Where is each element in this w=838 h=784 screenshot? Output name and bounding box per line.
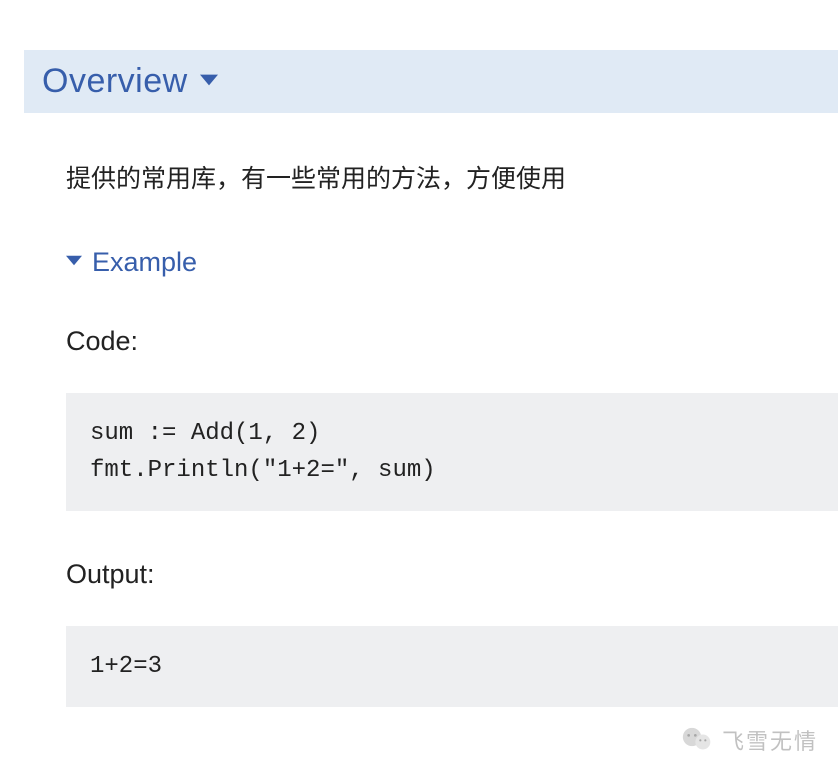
content-area: 提供的常用库，有一些常用的方法，方便使用 Example Code: sum :… — [24, 161, 838, 707]
caret-down-icon — [66, 253, 82, 271]
example-toggle[interactable]: Example — [66, 247, 838, 278]
package-description: 提供的常用库，有一些常用的方法，方便使用 — [66, 161, 838, 199]
code-block: sum := Add(1, 2) fmt.Println("1+2=", sum… — [66, 393, 838, 511]
caret-down-icon — [200, 73, 218, 91]
overview-section-header[interactable]: Overview — [24, 50, 838, 113]
code-heading: Code: — [66, 326, 838, 357]
wechat-icon — [682, 727, 712, 753]
watermark-text: 飞雪无情 — [722, 724, 818, 756]
overview-title: Overview — [42, 62, 188, 101]
doc-container: Overview 提供的常用库，有一些常用的方法，方便使用 Example Co… — [0, 50, 838, 707]
watermark: 飞雪无情 — [682, 724, 818, 756]
output-heading: Output: — [66, 559, 838, 590]
example-label: Example — [92, 247, 197, 278]
output-block: 1+2=3 — [66, 626, 838, 707]
